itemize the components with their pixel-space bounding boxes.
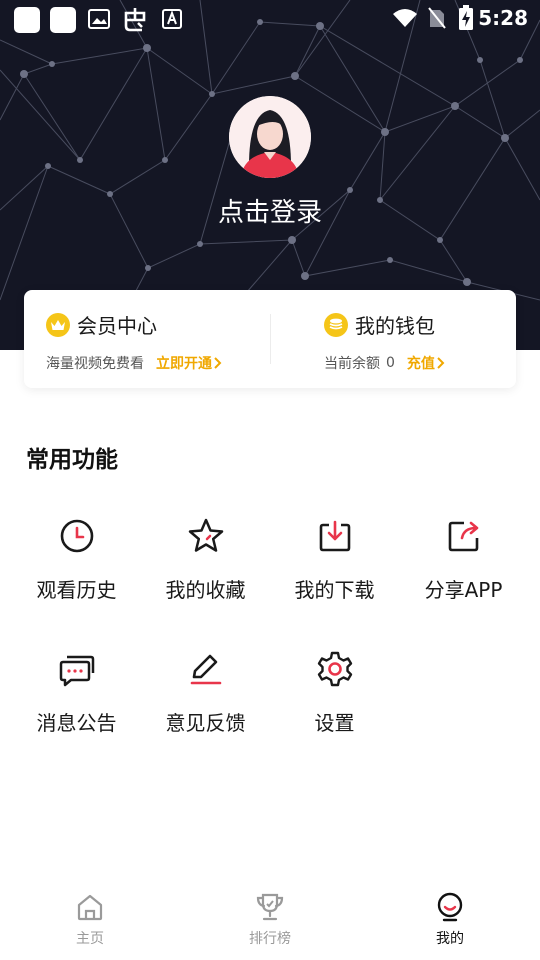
coin-icon <box>324 312 348 337</box>
text-icon <box>162 9 182 29</box>
vip-center[interactable]: 会员中心 海量视频免费看 立即开通 <box>46 310 222 373</box>
wallet[interactable]: 我的钱包 当前余额 0 充值 <box>324 310 445 373</box>
vip-subtitle: 海量视频免费看 <box>46 356 144 372</box>
share-app-button[interactable]: 分享APP <box>396 514 531 603</box>
account-card: 会员中心 海量视频免费看 立即开通 我的钱包 当前余额 0 充值 <box>24 290 516 388</box>
wifi-icon <box>393 9 417 27</box>
nav-home[interactable]: 主页 <box>0 892 180 948</box>
message-icon <box>9 647 144 691</box>
notification-icon <box>50 7 76 33</box>
chevron-right-icon <box>214 357 222 369</box>
share-icon <box>396 514 531 558</box>
status-time: 5:28 <box>478 6 528 30</box>
battery-icon <box>459 5 473 30</box>
wallet-title: 我的钱包 <box>355 314 435 338</box>
feedback-icon <box>138 647 273 691</box>
vip-title: 会员中心 <box>77 314 157 338</box>
feedback-button[interactable]: 意见反馈 <box>138 647 273 736</box>
settings-button[interactable]: 设置 <box>267 647 402 736</box>
favorites-button[interactable]: 我的收藏 <box>138 514 273 603</box>
bottom-nav: 主页 排行榜 我的 <box>0 880 540 960</box>
notification-icon <box>14 7 40 33</box>
vip-open-link[interactable]: 立即开通 <box>156 353 222 373</box>
section-title: 常用功能 <box>26 447 118 473</box>
trophy-icon <box>256 893 284 921</box>
clock-icon <box>9 514 144 558</box>
balance-value: 0 <box>386 355 395 371</box>
chevron-right-icon <box>437 357 445 369</box>
recharge-link[interactable]: 充值 <box>407 353 445 373</box>
home-icon <box>77 894 103 921</box>
avatar[interactable] <box>229 96 311 178</box>
gear-icon <box>267 647 402 691</box>
crown-icon <box>46 312 70 337</box>
no-sim-icon <box>428 7 446 29</box>
avatar-illustration <box>229 96 311 178</box>
balance-label: 当前余额 <box>324 356 380 372</box>
nav-ranking[interactable]: 排行榜 <box>180 892 360 948</box>
star-icon <box>138 514 273 558</box>
card-divider <box>270 314 271 364</box>
login-button[interactable]: 点击登录 <box>0 192 540 229</box>
watch-history-button[interactable]: 观看历史 <box>9 514 144 603</box>
status-bar: 5:28 <box>0 0 540 36</box>
image-icon <box>88 9 110 29</box>
profile-icon <box>437 892 463 922</box>
nav-profile[interactable]: 我的 <box>360 892 540 948</box>
app-icon <box>124 8 146 32</box>
download-icon <box>267 514 402 558</box>
downloads-button[interactable]: 我的下载 <box>267 514 402 603</box>
announcements-button[interactable]: 消息公告 <box>9 647 144 736</box>
